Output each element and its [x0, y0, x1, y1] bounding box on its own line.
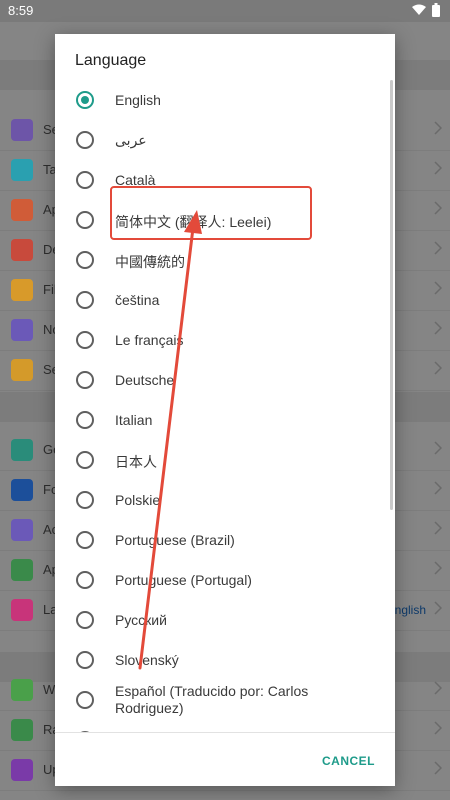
- annotation-arrow: [138, 210, 202, 670]
